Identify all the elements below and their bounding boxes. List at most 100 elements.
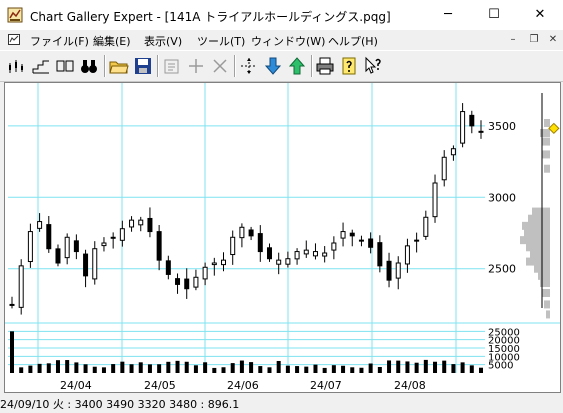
document-icon[interactable]: [8, 34, 20, 45]
volume-bar: [55, 360, 60, 373]
context-help-icon[interactable]: [362, 55, 384, 77]
candle-body: [294, 251, 300, 260]
volume-profile-bar: [542, 150, 550, 159]
volume-bar: [414, 362, 419, 373]
properties-icon[interactable]: [161, 55, 183, 77]
volume-bar: [285, 365, 290, 373]
volume-profile-bar: [524, 229, 550, 237]
volume-bar: [451, 364, 456, 373]
volume-bar: [258, 366, 263, 373]
candle-body: [175, 278, 181, 285]
menu-bar: ファイル(F) 編集(E) 表示(V) ツール(T) ウィンドウ(W) ヘルプ(…: [0, 30, 563, 50]
candle-body: [73, 240, 79, 253]
candle-body: [119, 228, 125, 241]
volume-bar: [368, 363, 373, 373]
candle-body: [312, 251, 318, 257]
candle-body: [423, 216, 429, 237]
volume-bar: [433, 361, 438, 373]
toolbar-separator: [311, 55, 313, 77]
candle-body: [276, 259, 282, 265]
candle-body: [322, 252, 328, 257]
volume-bar: [230, 363, 235, 373]
save-disk-icon[interactable]: [132, 55, 154, 77]
binoculars-icon[interactable]: [78, 55, 100, 77]
volume-bar: [10, 331, 14, 373]
toolbar-separator: [104, 55, 106, 77]
candle-body: [46, 224, 52, 250]
volume-profile-bar: [522, 221, 550, 230]
move-icon[interactable]: [238, 55, 260, 77]
line-chart-icon[interactable]: [30, 55, 52, 77]
print-icon[interactable]: [314, 55, 336, 77]
candle-body: [414, 239, 420, 242]
mdi-minimize-button[interactable]: –: [506, 33, 520, 46]
menu-tools[interactable]: ツール(T): [197, 33, 245, 49]
candle-body: [377, 242, 383, 267]
candle-body: [55, 248, 61, 264]
volume-bar: [442, 360, 447, 373]
candle-body: [37, 221, 43, 229]
menu-help[interactable]: ヘルプ(H): [328, 33, 378, 49]
volume-bar: [166, 361, 171, 373]
volume-bar: [469, 365, 474, 373]
candle-body: [27, 231, 33, 263]
volume-profile-bar: [532, 207, 550, 216]
candle-body: [478, 130, 484, 133]
volume-profile-bar: [538, 271, 550, 280]
time-tick-label: 24/06: [227, 379, 259, 392]
volume-bar: [129, 364, 134, 373]
candle-body: [404, 245, 410, 265]
minimize-button[interactable]: ─: [425, 0, 471, 30]
arrow-down-icon[interactable]: [262, 55, 284, 77]
candle-body: [358, 239, 364, 242]
time-tick-label: 24/05: [144, 379, 176, 392]
candle-body: [239, 226, 245, 239]
menu-window[interactable]: ウィンドウ(W): [251, 33, 325, 49]
volume-bar: [221, 367, 226, 373]
candle-body: [257, 233, 263, 253]
volume-profile-bar: [542, 289, 550, 297]
volume-bar: [331, 365, 336, 373]
candle-body: [285, 258, 291, 265]
volume-profile-bar: [530, 250, 550, 259]
delete-icon[interactable]: [209, 55, 231, 77]
stock-chart[interactable]: 25003000350050001000015000200002500024/0…: [5, 83, 560, 392]
maximize-button[interactable]: ☐: [471, 0, 517, 30]
volume-bar: [396, 360, 401, 373]
arrow-up-icon[interactable]: [286, 55, 308, 77]
volume-bar: [460, 362, 465, 373]
volume-bar: [479, 367, 483, 373]
candle-body: [165, 260, 171, 275]
volume-bar: [19, 367, 24, 373]
volume-bar: [157, 364, 162, 373]
mdi-close-button[interactable]: ✕: [546, 33, 560, 46]
toolbar-separator: [234, 55, 236, 77]
volume-bar: [387, 360, 392, 373]
candlestick-chart-icon[interactable]: [6, 55, 28, 77]
menu-view[interactable]: 表示(V): [144, 33, 182, 49]
candle-body: [202, 266, 208, 280]
add-icon[interactable]: [185, 55, 207, 77]
candle-body: [386, 260, 392, 281]
mdi-restore-button[interactable]: ❐: [527, 33, 541, 46]
volume-bar: [74, 362, 79, 373]
help-icon[interactable]: [338, 55, 360, 77]
volume-bar: [249, 362, 254, 373]
open-folder-icon[interactable]: [108, 55, 130, 77]
candle-body: [147, 217, 153, 233]
candle-body: [138, 219, 144, 226]
volume-profile-bar: [544, 119, 550, 127]
candle-body: [129, 219, 135, 228]
candle-body: [331, 242, 337, 251]
candle-body: [450, 148, 456, 156]
menu-edit[interactable]: 編集(E): [93, 33, 131, 49]
app-icon: [7, 7, 23, 23]
candle-body: [18, 265, 24, 308]
candle-body: [64, 236, 70, 259]
menu-file[interactable]: ファイル(F): [30, 33, 89, 49]
candle-body: [101, 242, 107, 247]
close-button[interactable]: ✕: [517, 0, 563, 30]
chart-pane[interactable]: 2500 3000 3500 5000 10000 15000 20000 25000 24/0…: [4, 82, 561, 393]
time-tick-label: 24/08: [394, 379, 426, 392]
split-view-icon[interactable]: [54, 55, 76, 77]
